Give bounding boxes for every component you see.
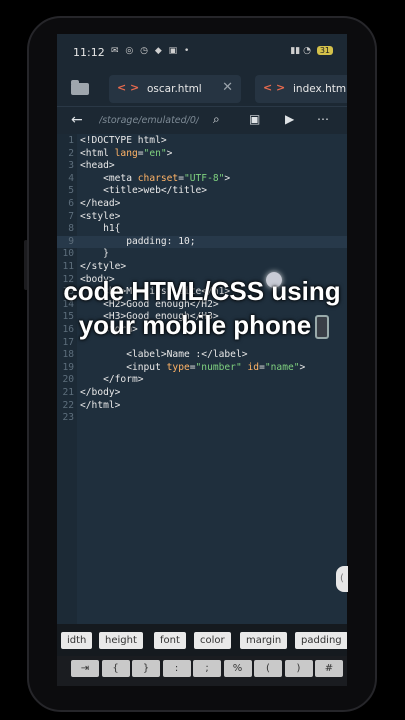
line-number: 7 (68, 210, 74, 222)
path-toolbar: ← /storage/emulated/0/ ⌕ ▣ ▶ ⋯ (57, 106, 347, 134)
suggestion-chip[interactable]: color (194, 632, 231, 649)
line-number: 22 (62, 399, 74, 411)
line-number: 1 (68, 135, 74, 146)
line-number: 19 (62, 361, 74, 373)
suggestion-chip[interactable]: margin (240, 632, 288, 649)
code-line[interactable]: 2 <html lang="en"> (57, 148, 347, 161)
line-code: </head> (80, 198, 121, 209)
symbol-key[interactable]: % (223, 660, 252, 677)
symbol-key[interactable]: : (162, 660, 191, 677)
line-code: h1{ (80, 223, 121, 235)
signal-icons: ▮▮ ◔ 31 (290, 46, 333, 56)
code-icon: < > (117, 81, 140, 94)
line-code: <!DOCTYPE html> (80, 135, 167, 146)
run-icon[interactable]: ▶ (285, 112, 294, 126)
code-line[interactable]: 11 </style> (57, 261, 347, 274)
status-bar: 11:12 ✉ ◎ ◷ ◆ ▣ • ▮▮ ◔ 31 (57, 34, 347, 72)
code-line[interactable]: 3 <head> (57, 160, 347, 173)
save-icon[interactable]: ▣ (249, 112, 260, 126)
scroll-handle[interactable]: ( (336, 566, 348, 592)
symbol-key[interactable]: ⇥ (71, 660, 99, 677)
line-code: <input type="number" id="name"> (80, 361, 306, 373)
line-number: 2 (68, 147, 74, 159)
code-line[interactable]: 5 <title>web</title> (57, 185, 347, 198)
code-line[interactable]: 10 } (57, 248, 347, 261)
symbol-key[interactable]: ; (193, 660, 221, 677)
code-line[interactable]: 23 (57, 412, 347, 425)
line-code: <label>Name :</label> (80, 349, 248, 361)
search-icon[interactable]: ⌕ (213, 112, 220, 127)
code-line[interactable]: 9 padding: 10; (57, 235, 347, 249)
line-number: 4 (68, 172, 74, 184)
line-number: 6 (68, 198, 74, 209)
suggestion-bar: idth height font color margin padding (57, 624, 347, 656)
mobile-phone-icon (315, 315, 330, 340)
line-code: </html> (80, 399, 121, 411)
line-code: <meta charset="UTF-8"> (80, 172, 231, 184)
file-path: /storage/emulated/0/ (99, 115, 199, 126)
battery-icon: 31 (316, 46, 333, 55)
caption-overlay: code HTML/CSS using your mobile phone (57, 274, 347, 342)
back-arrow-icon[interactable]: ← (71, 112, 83, 128)
code-line[interactable]: 22 </html> (57, 400, 347, 413)
tab-index[interactable]: < > index.html (255, 75, 347, 103)
line-number: 9 (68, 235, 74, 247)
suggestion-chip[interactable]: idth (61, 632, 93, 649)
code-line[interactable]: 21 </body> (57, 387, 347, 400)
line-number: 10 (62, 248, 74, 260)
tab-label: oscar.html (147, 83, 202, 95)
code-line[interactable]: 18 <label>Name :</label> (57, 349, 347, 362)
line-number: 20 (62, 374, 74, 386)
code-icon: < > (263, 81, 286, 94)
line-number: 3 (68, 160, 74, 172)
symbol-key[interactable]: ( (254, 660, 282, 677)
code-line[interactable]: 7 <style> (57, 211, 347, 224)
close-icon[interactable]: ✕ (222, 80, 233, 95)
symbol-key[interactable]: ) (284, 660, 313, 677)
status-time: 11:12 (73, 46, 105, 59)
caption-line-2: your mobile phone (78, 310, 312, 340)
tab-label: index.html (293, 83, 347, 95)
tab-oscar[interactable]: < > oscar.html ✕ (109, 75, 241, 103)
symbol-key[interactable]: } (132, 660, 160, 677)
code-line[interactable]: 6 </head> (57, 198, 347, 211)
more-icon[interactable]: ⋯ (317, 112, 329, 126)
suggestion-chip[interactable]: padding (295, 632, 347, 649)
line-code: } (80, 248, 109, 260)
line-code: <title>web</title> (80, 185, 208, 197)
notification-icons: ✉ ◎ ◷ ◆ ▣ • (111, 46, 192, 56)
symbol-key[interactable]: { (101, 660, 130, 677)
code-editor[interactable]: 1 <!DOCTYPE html> 2 <html lang="en"> 3 <head>… (57, 134, 347, 624)
caption-line-1: code HTML/CSS using (63, 276, 341, 306)
line-code: <head> (80, 160, 115, 172)
line-code: </body> (80, 387, 121, 398)
symbol-key[interactable]: # (315, 660, 343, 677)
folder-icon[interactable] (71, 80, 89, 95)
code-line[interactable]: 1 <!DOCTYPE html> (57, 135, 347, 148)
line-code: <style> (80, 210, 121, 222)
code-line[interactable]: 4 <meta charset="UTF-8"> (57, 173, 347, 186)
line-number: 18 (62, 349, 74, 361)
suggestion-chip[interactable]: height (99, 632, 143, 649)
line-code: </style> (80, 261, 127, 272)
tab-bar: < > oscar.html ✕ < > index.html (57, 72, 347, 106)
symbol-bar: ⇥{}:;%() # (57, 656, 347, 686)
line-number: 5 (68, 185, 74, 197)
editor-screen: 11:12 ✉ ◎ ◷ ◆ ▣ • ▮▮ ◔ 31 < > oscar.html… (57, 34, 347, 686)
line-number: 23 (62, 412, 74, 424)
line-number: 11 (62, 261, 74, 272)
line-code: padding: 10; (80, 235, 196, 247)
code-line[interactable]: 20 </form> (57, 374, 347, 387)
code-line[interactable]: 19 <input type="number" id="name"> (57, 362, 347, 375)
line-number: 8 (68, 223, 74, 235)
line-code: <html lang="en"> (80, 147, 173, 159)
code-line[interactable]: 8 h1{ (57, 223, 347, 236)
suggestion-chip[interactable]: font (154, 632, 186, 649)
line-code: </form> (80, 374, 144, 386)
line-number: 21 (62, 387, 74, 398)
